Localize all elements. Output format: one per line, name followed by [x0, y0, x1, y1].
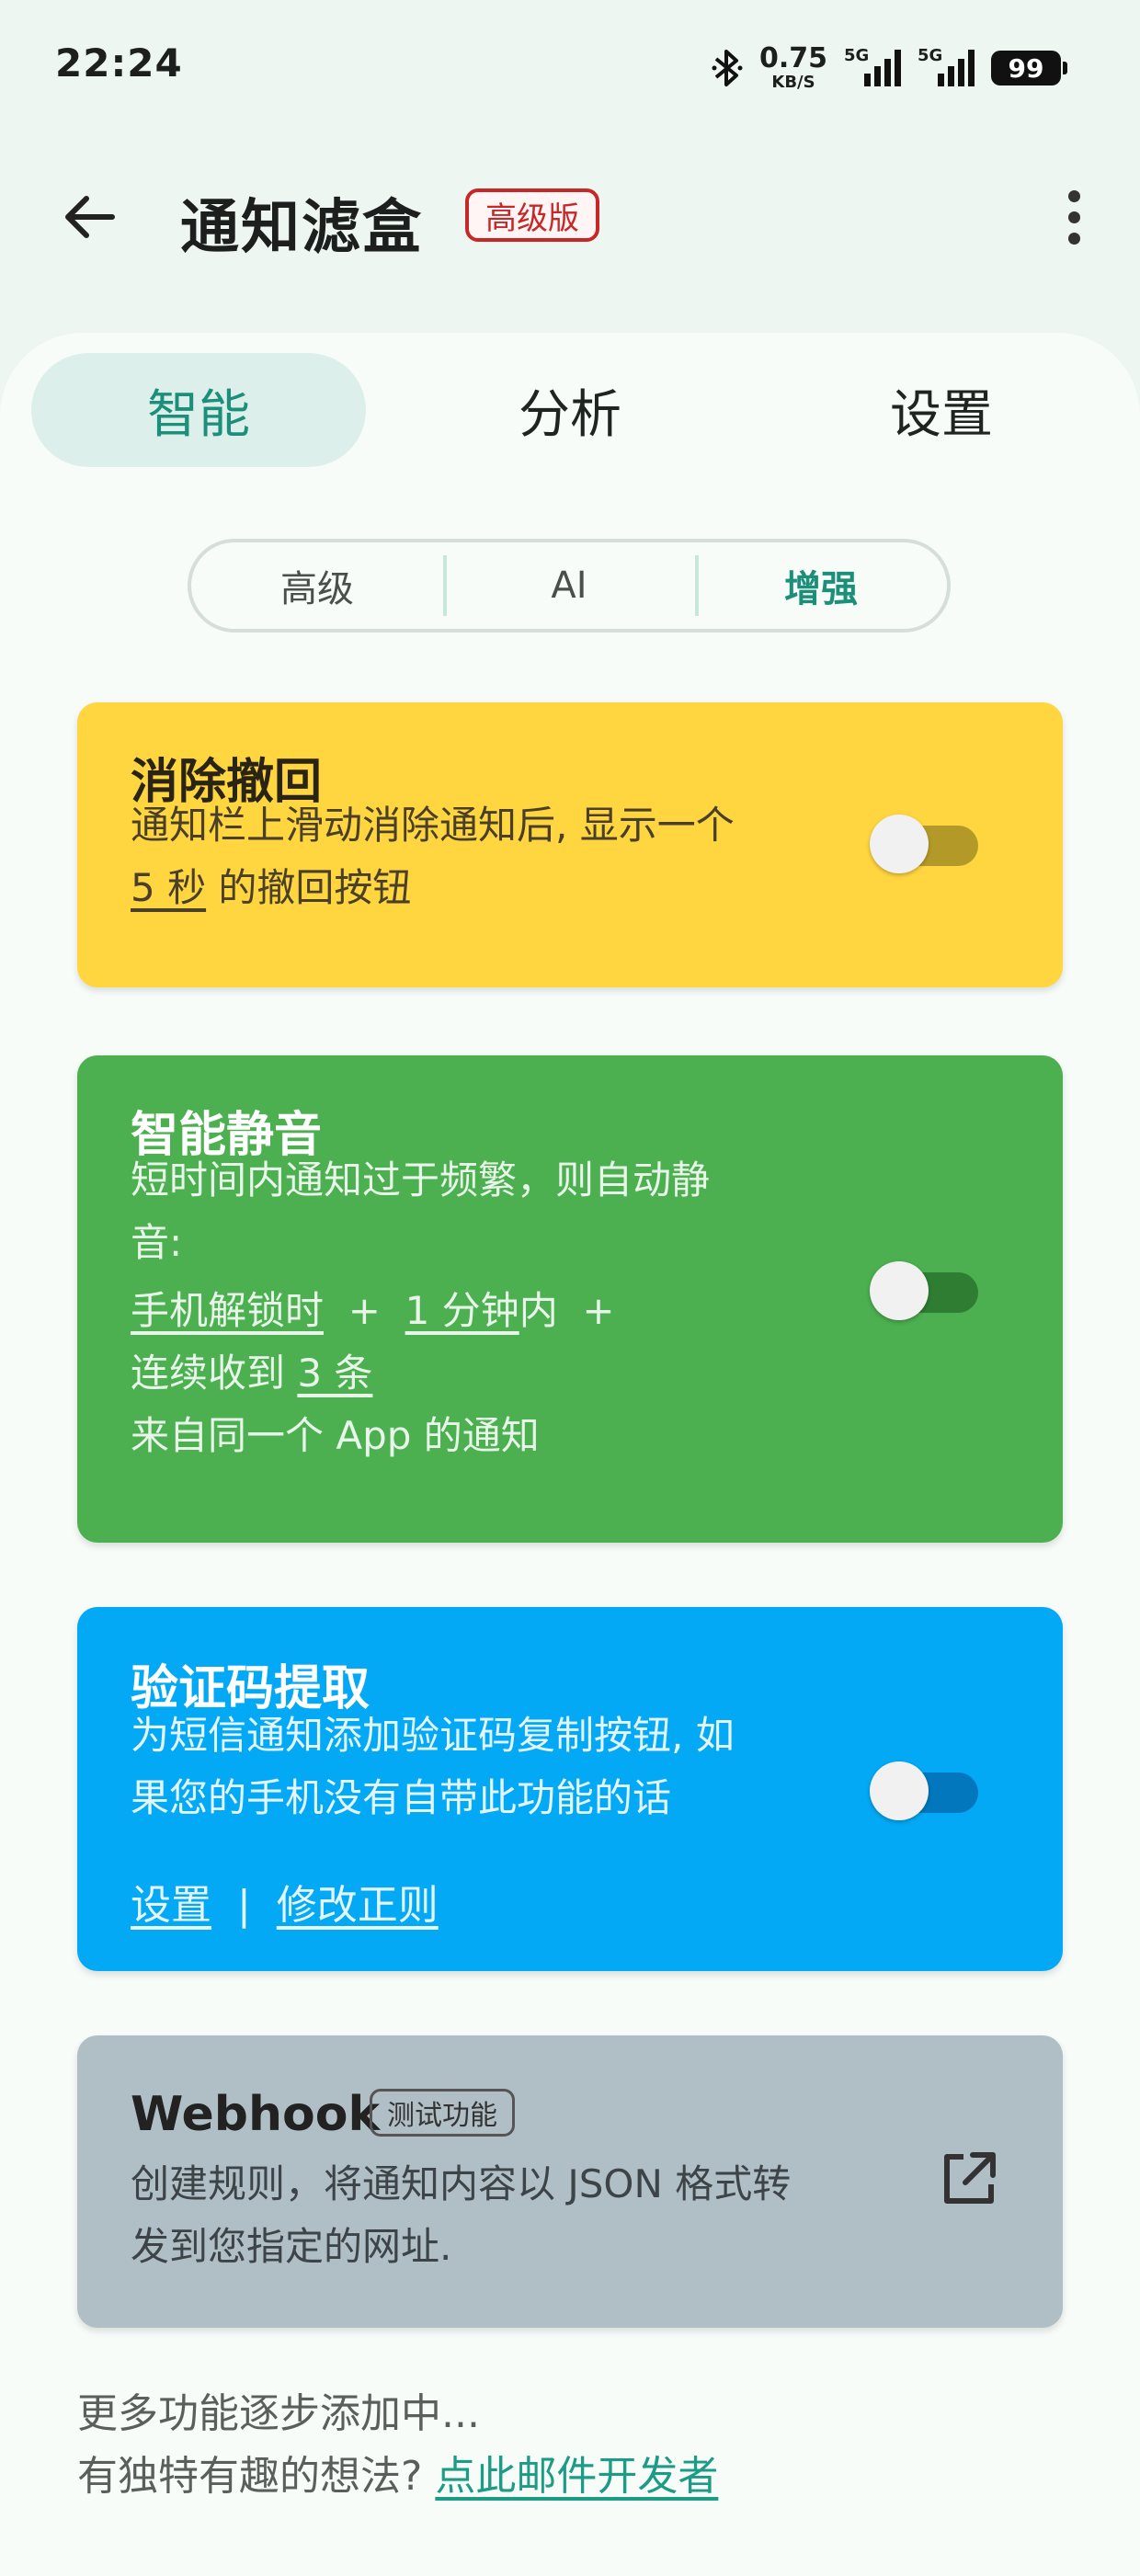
description-text: 的撤回按钮 [206, 865, 412, 910]
plus-text: + [324, 1288, 405, 1333]
segment-enhanced[interactable]: 增强 [695, 542, 947, 629]
smart-mute-card: 智能静音 短时间内通知过于频繁，则自动静 音: 手机解锁时 + 1 分钟内 + … [77, 1055, 1063, 1543]
unlock-condition-link[interactable]: 手机解锁时 [131, 1288, 324, 1333]
dismiss-undo-card: 消除撤回 通知栏上滑动消除通知后, 显示一个 5 秒 的撤回按钮 [77, 702, 1063, 987]
segment-control: 高级 AI 增强 [188, 539, 951, 633]
network-speed-value: 0.75 [758, 42, 827, 74]
dismiss-undo-toggle[interactable] [870, 815, 978, 873]
description-line: 发到您指定的网址. [131, 2224, 452, 2269]
status-time: 22:24 [55, 40, 183, 85]
signal-icon: 5G [844, 46, 901, 90]
code-extract-card: 验证码提取 为短信通知添加验证码复制按钮, 如 果您的手机没有自带此功能的话 设… [77, 1607, 1063, 1971]
description-line: 音: [131, 1220, 183, 1265]
more-vertical-icon [1067, 189, 1080, 202]
edit-regex-link[interactable]: 修改正则 [277, 1882, 439, 1929]
description-line: 来自同一个 App 的通知 [131, 1413, 540, 1458]
beta-badge: 测试功能 [370, 2089, 515, 2137]
battery-level: 99 [1008, 52, 1044, 84]
segment-advanced[interactable]: 高级 [191, 542, 443, 629]
link-separator: | [211, 1882, 277, 1929]
tab-smart[interactable]: 智能 [31, 353, 366, 467]
app-bar: 通知滤盒 高级版 [0, 138, 1140, 294]
segment-ai[interactable]: AI [443, 542, 695, 629]
footer-note: 更多功能逐步添加中... 有独特有趣的想法? 点此邮件开发者 [77, 2383, 718, 2508]
card-description: 通知栏上滑动消除通知后, 显示一个 5 秒 的撤回按钮 [131, 794, 735, 919]
undo-seconds-link[interactable]: 5 秒 [131, 865, 206, 910]
tab-analysis[interactable]: 分析 [403, 353, 737, 467]
minutes-link[interactable]: 1 分钟 [405, 1288, 519, 1333]
pro-badge: 高级版 [465, 188, 599, 242]
page-title: 通知滤盒 [180, 194, 423, 262]
content-sheet: 智能 分析 设置 高级 AI 增强 消除撤回 通知栏上滑动消除通知后, 显示一个… [0, 333, 1140, 2576]
count-link[interactable]: 3 条 [297, 1351, 372, 1396]
description-line: 通知栏上滑动消除通知后, 显示一个 [131, 803, 735, 848]
description-line: 创建规则，将通知内容以 JSON 格式转 [131, 2161, 792, 2206]
received-text: 连续收到 [131, 1351, 298, 1396]
card-links: 设置 | 修改正则 [131, 1872, 439, 1931]
open-external-icon[interactable] [936, 2146, 1002, 2212]
code-settings-link[interactable]: 设置 [131, 1882, 211, 1929]
card-description: 为短信通知添加验证码复制按钮, 如 果您的手机没有自带此功能的话 [131, 1704, 735, 1829]
webhook-card[interactable]: Webhook 测试功能 创建规则，将通知内容以 JSON 格式转 发到您指定的… [77, 2035, 1063, 2328]
network-speed-unit: KB/S [771, 73, 815, 92]
description-line: 短时间内通知过于频繁，则自动静 [131, 1157, 711, 1203]
battery-icon: 99 [991, 51, 1067, 85]
signal-icon: 5G [918, 46, 975, 90]
footer-text: 有独特有趣的想法? [77, 2453, 436, 2500]
tab-settings[interactable]: 设置 [774, 353, 1109, 467]
smart-mute-toggle[interactable] [870, 1261, 978, 1320]
code-extract-toggle[interactable] [870, 1761, 978, 1820]
card-title: Webhook [131, 2087, 381, 2142]
footer-line: 更多功能逐步添加中... [77, 2390, 480, 2437]
arrow-left-icon [65, 196, 115, 238]
card-description: 创建规则，将通知内容以 JSON 格式转 发到您指定的网址. [131, 2153, 791, 2278]
description-line: 果您的手机没有自带此功能的话 [131, 1775, 672, 1820]
main-tabs: 智能 分析 设置 [31, 353, 1109, 467]
network-speed: 0.75 KB/S [759, 45, 827, 91]
bluetooth-icon [712, 50, 743, 86]
inside-text: 内 + [519, 1288, 615, 1333]
email-developer-link[interactable]: 点此邮件开发者 [435, 2453, 718, 2500]
status-bar: 22:24 0.75 KB/S 5G 5G 99 [0, 0, 1140, 138]
more-options-button[interactable] [1044, 178, 1103, 256]
status-icons: 0.75 KB/S 5G 5G 99 [712, 40, 1067, 96]
back-button[interactable] [51, 178, 129, 256]
card-description: 短时间内通知过于频繁，则自动静 音: 手机解锁时 + 1 分钟内 + 连续收到 … [131, 1149, 710, 1467]
description-line: 为短信通知添加验证码复制按钮, 如 [131, 1713, 735, 1758]
